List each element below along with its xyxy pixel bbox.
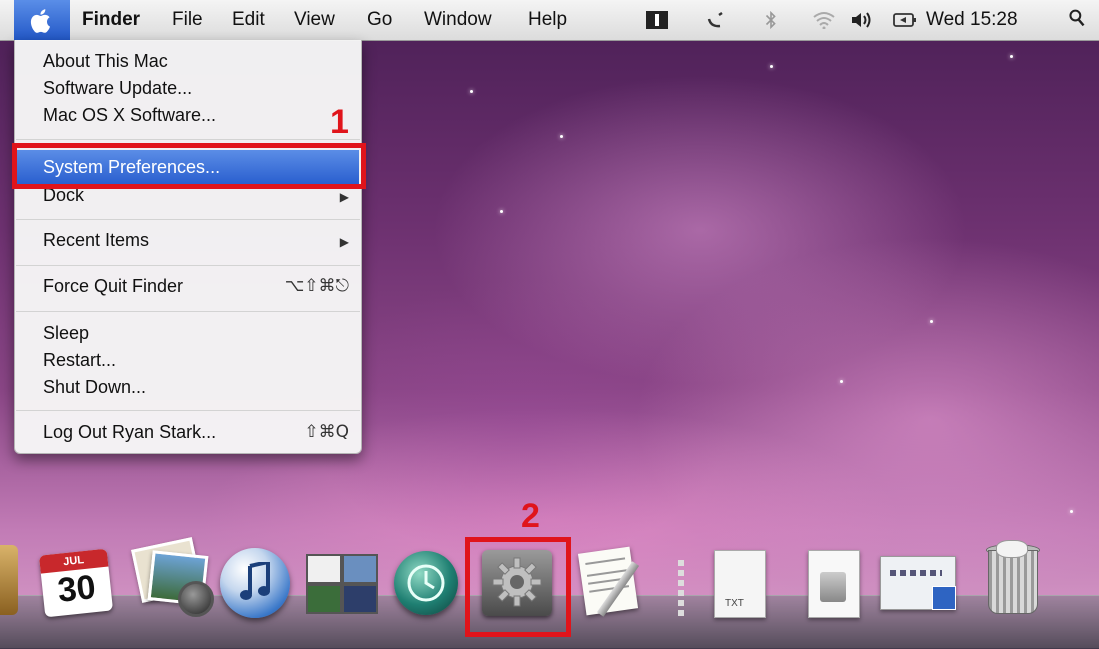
- volume-icon[interactable]: [850, 11, 878, 29]
- menu-bar: Finder File Edit View Go Window Help Wed…: [0, 0, 1099, 41]
- menu-help[interactable]: Help: [528, 9, 567, 31]
- apple-menu-button[interactable]: [14, 0, 70, 40]
- txt-document-icon[interactable]: TXT: [712, 548, 768, 620]
- menu-item-shut-down[interactable]: Shut Down...: [43, 377, 146, 398]
- menubar-clock[interactable]: Wed 15:28: [926, 9, 1018, 31]
- wallpaper-star: [1070, 510, 1073, 513]
- menu-separator: [16, 219, 360, 220]
- wifi-icon[interactable]: [812, 11, 836, 29]
- ical-icon[interactable]: JUL 30: [38, 540, 116, 618]
- menu-item-log-out[interactable]: Log Out Ryan Stark...: [43, 422, 216, 443]
- menu-item-recent-items[interactable]: Recent Items: [43, 230, 149, 251]
- txt-label: TXT: [725, 598, 744, 609]
- wallpaper-star: [770, 65, 773, 68]
- document-icon[interactable]: [806, 548, 862, 620]
- recent-items-submenu-arrow-icon: ▶: [339, 235, 349, 249]
- textedit-icon[interactable]: [574, 540, 654, 620]
- step-1-highlight-box: [12, 143, 366, 189]
- wallpaper-star: [500, 210, 503, 213]
- time-machine-icon[interactable]: [390, 545, 464, 619]
- menu-separator: [16, 265, 360, 266]
- clock-icon: [407, 564, 445, 602]
- partial-dock-icon[interactable]: [0, 545, 18, 615]
- menu-go[interactable]: Go: [367, 9, 392, 31]
- trash-icon[interactable]: [978, 540, 1046, 620]
- dock-divider: [678, 560, 684, 620]
- menu-item-mac-os-x-software[interactable]: Mac OS X Software...: [43, 105, 216, 126]
- menu-item-force-quit[interactable]: Force Quit Finder: [43, 276, 183, 297]
- menu-finder[interactable]: Finder: [82, 9, 140, 31]
- step-1-label: 1: [330, 103, 349, 141]
- spotlight-icon[interactable]: [1067, 9, 1087, 27]
- wallpaper-star: [470, 90, 473, 93]
- dock-submenu-arrow-icon: ▶: [339, 190, 349, 204]
- music-note-icon: [240, 562, 270, 600]
- spaces-icon[interactable]: [646, 11, 668, 29]
- menu-item-software-update[interactable]: Software Update...: [43, 78, 192, 99]
- wallpaper-star: [840, 380, 843, 383]
- bluetooth-icon[interactable]: [764, 11, 778, 29]
- menu-separator: [16, 139, 360, 140]
- wallpaper-star: [1010, 55, 1013, 58]
- preview-icon[interactable]: [876, 550, 960, 618]
- apple-icon: [30, 9, 50, 33]
- tether-icon[interactable]: [706, 11, 724, 29]
- menu-item-about-this-mac[interactable]: About This Mac: [43, 51, 168, 72]
- step-2-label: 2: [521, 497, 540, 535]
- wallpaper-star: [930, 320, 933, 323]
- menu-item-restart[interactable]: Restart...: [43, 350, 116, 371]
- apple-dropdown-menu: About This Mac Software Update... Mac OS…: [14, 40, 362, 454]
- step-2-highlight-box: [465, 537, 571, 637]
- menu-file[interactable]: File: [172, 9, 203, 31]
- calendar-day: 30: [55, 568, 98, 610]
- menu-window[interactable]: Window: [424, 9, 492, 31]
- itunes-icon[interactable]: [214, 540, 296, 622]
- wallpaper-star: [560, 135, 563, 138]
- spaces-app-icon[interactable]: [302, 548, 380, 618]
- menu-item-sleep[interactable]: Sleep: [43, 323, 89, 344]
- force-quit-shortcut: ⌥⇧⌘⎋: [284, 276, 349, 296]
- iphoto-icon[interactable]: [128, 535, 214, 619]
- menu-separator: [16, 410, 360, 411]
- log-out-shortcut: ⇧⌘Q: [304, 422, 349, 442]
- menu-edit[interactable]: Edit: [232, 9, 265, 31]
- battery-icon[interactable]: [893, 11, 917, 29]
- menu-separator: [16, 311, 360, 312]
- menu-view[interactable]: View: [294, 9, 335, 31]
